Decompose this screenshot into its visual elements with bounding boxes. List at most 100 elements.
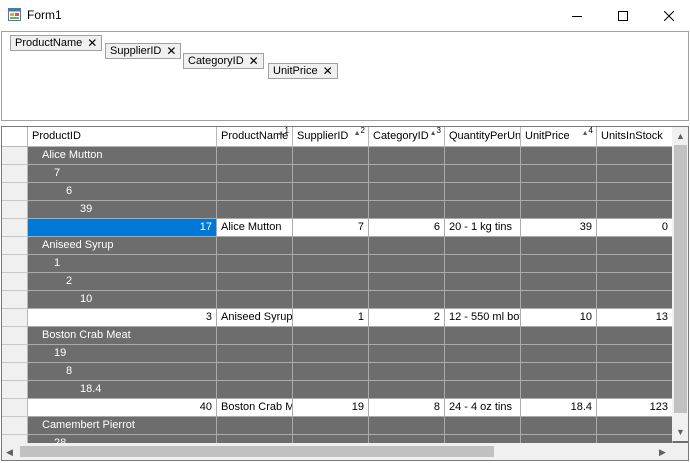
group-row-cell[interactable] (445, 381, 521, 399)
table-cell[interactable]: 19 (293, 399, 369, 417)
group-row-cell[interactable] (521, 417, 597, 435)
group-chip-supplierid[interactable]: SupplierID ✕ (105, 43, 182, 59)
group-row-cell[interactable] (28, 291, 217, 309)
group-row-cell[interactable] (369, 417, 445, 435)
group-row-cell[interactable] (28, 183, 217, 201)
group-row-cell[interactable] (597, 147, 673, 165)
group-row-cell[interactable] (445, 327, 521, 345)
row-header[interactable] (2, 183, 28, 201)
group-row-cell[interactable] (521, 381, 597, 399)
table-cell[interactable]: 24 - 4 oz tins (445, 399, 521, 417)
group-row-cell[interactable] (369, 237, 445, 255)
group-row-cell[interactable] (597, 237, 673, 255)
column-header-productid[interactable]: ProductID (28, 127, 217, 147)
group-row-label[interactable]: Alice Mutton (42, 147, 103, 165)
column-header-categoryid[interactable]: CategoryID ▲3 (369, 127, 445, 147)
table-cell[interactable]: Alice Mutton (217, 219, 293, 237)
table-cell[interactable]: 13 (597, 309, 673, 327)
remove-group-icon[interactable]: ✕ (323, 65, 333, 77)
group-row-cell[interactable] (217, 183, 293, 201)
group-row-cell[interactable] (28, 363, 217, 381)
minimize-button[interactable] (554, 0, 600, 31)
group-row-label[interactable]: Boston Crab Meat (42, 327, 131, 345)
group-row-cell[interactable] (217, 417, 293, 435)
row-header[interactable] (2, 363, 28, 381)
group-row-cell[interactable] (445, 147, 521, 165)
group-row-cell[interactable] (597, 345, 673, 363)
group-row-cell[interactable] (597, 273, 673, 291)
vertical-scrollbar[interactable]: ▲ ▼ (672, 127, 688, 441)
group-chip-unitprice[interactable]: UnitPrice ✕ (268, 63, 338, 79)
table-cell[interactable]: 7 (293, 219, 369, 237)
group-row-cell[interactable] (217, 291, 293, 309)
group-row-cell[interactable] (217, 147, 293, 165)
group-row-cell[interactable] (217, 273, 293, 291)
group-row-cell[interactable] (217, 165, 293, 183)
group-row-cell[interactable] (521, 165, 597, 183)
group-row-label[interactable]: 7 (54, 165, 60, 183)
group-row-cell[interactable] (369, 165, 445, 183)
group-row-cell[interactable] (217, 327, 293, 345)
group-row-cell[interactable] (521, 291, 597, 309)
group-row-cell[interactable] (445, 417, 521, 435)
group-row-cell[interactable] (217, 201, 293, 219)
group-row-label[interactable]: 10 (80, 291, 92, 309)
group-row-label[interactable]: 19 (54, 345, 66, 363)
group-row-cell[interactable] (445, 291, 521, 309)
column-header-productname[interactable]: ProductName ▲1 (217, 127, 293, 147)
row-header[interactable] (2, 219, 28, 237)
row-header[interactable] (2, 381, 28, 399)
group-row-cell[interactable] (597, 165, 673, 183)
group-row-label[interactable]: 1 (54, 255, 60, 273)
group-row-cell[interactable] (445, 165, 521, 183)
group-row-cell[interactable] (293, 237, 369, 255)
group-row-cell[interactable] (28, 201, 217, 219)
group-row-cell[interactable] (217, 345, 293, 363)
group-row-cell[interactable] (521, 201, 597, 219)
column-header-quantityperunit[interactable]: QuantityPerUnit (445, 127, 521, 147)
table-cell[interactable]: 1 (293, 309, 369, 327)
table-cell[interactable]: 12 - 550 ml bottl (445, 309, 521, 327)
group-row-cell[interactable] (293, 255, 369, 273)
group-row-cell[interactable] (597, 291, 673, 309)
group-row-cell[interactable] (28, 381, 217, 399)
scroll-right-icon[interactable]: ▶ (659, 447, 666, 457)
column-header-supplierid[interactable]: SupplierID ▲2 (293, 127, 369, 147)
group-row-cell[interactable] (445, 363, 521, 381)
remove-group-icon[interactable]: ✕ (87, 37, 97, 49)
group-row-cell[interactable] (217, 381, 293, 399)
close-button[interactable] (646, 0, 690, 31)
group-row-cell[interactable] (597, 381, 673, 399)
column-header-unitsinstock[interactable]: UnitsInStock (597, 127, 673, 147)
table-cell[interactable]: 0 (597, 219, 673, 237)
scroll-left-icon[interactable]: ◀ (6, 447, 13, 457)
row-header[interactable] (2, 417, 28, 435)
group-row-cell[interactable] (521, 255, 597, 273)
group-row-cell[interactable] (293, 345, 369, 363)
data-grid[interactable]: ProductID ProductName ▲1 SupplierID ▲2 Catego… (1, 126, 689, 461)
group-row-cell[interactable] (369, 381, 445, 399)
row-header[interactable] (2, 327, 28, 345)
group-row-cell[interactable] (445, 183, 521, 201)
group-row-cell[interactable] (293, 363, 369, 381)
scroll-down-icon[interactable]: ▼ (676, 427, 685, 437)
group-chip-categoryid[interactable]: CategoryID ✕ (183, 53, 264, 69)
group-row-label[interactable]: 18.4 (80, 381, 101, 399)
group-row-label[interactable]: Aniseed Syrup (42, 237, 114, 255)
group-row-cell[interactable] (293, 165, 369, 183)
horizontal-scroll-thumb[interactable] (20, 446, 494, 457)
row-header[interactable] (2, 309, 28, 327)
table-cell[interactable]: 18.4 (521, 399, 597, 417)
remove-group-icon[interactable]: ✕ (249, 55, 259, 67)
group-row-cell[interactable] (293, 201, 369, 219)
group-row-cell[interactable] (521, 345, 597, 363)
horizontal-scrollbar[interactable]: ◀ ▶ (2, 443, 672, 460)
row-header[interactable] (2, 345, 28, 363)
group-row-cell[interactable] (369, 327, 445, 345)
group-row-label[interactable]: 39 (80, 201, 92, 219)
group-row-cell[interactable] (597, 327, 673, 345)
remove-group-icon[interactable]: ✕ (166, 45, 176, 57)
group-row-cell[interactable] (369, 363, 445, 381)
group-row-cell[interactable] (369, 201, 445, 219)
group-row-cell[interactable] (369, 273, 445, 291)
